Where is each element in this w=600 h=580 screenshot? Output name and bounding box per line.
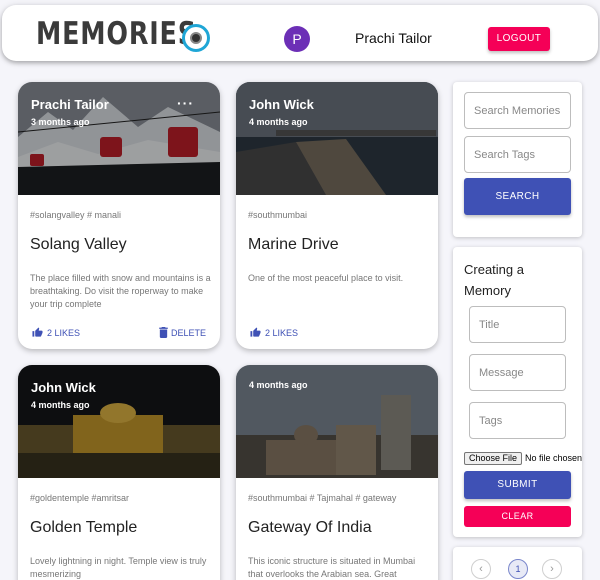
post-message: The place filled with snow and mountains… <box>30 273 211 309</box>
user-name: Prachi Tailor <box>355 30 432 46</box>
form-heading: Creating a Memory <box>464 262 524 298</box>
thumb-up-icon <box>250 327 261 337</box>
delete-button[interactable]: DELETE <box>159 327 206 338</box>
previous-page-button[interactable]: ‹ <box>471 559 491 579</box>
post-tags: #goldentemple #amritsar <box>30 493 130 503</box>
post-time: 4 months ago <box>31 400 90 410</box>
post-title: Marine Drive <box>248 236 339 253</box>
message-input[interactable]: Message <box>469 354 566 391</box>
post-title: Golden Temple <box>30 519 138 536</box>
post-image: Prachi Tailor 3 months ago ··· <box>18 82 220 195</box>
submit-button[interactable]: SUBMIT <box>464 471 571 499</box>
app-bar: MEMORIES P Prachi Tailor LOGOUT <box>2 5 598 61</box>
post-card[interactable]: John Wick 4 months ago #southmumbai Mari… <box>236 82 438 349</box>
post-tags: #solangvalley # manali <box>30 210 122 220</box>
post-message: One of the most peaceful place to visit. <box>248 273 404 283</box>
tags-input[interactable]: Tags <box>469 402 566 439</box>
post-message: Lovely lightning in night. Temple view i… <box>30 556 207 579</box>
post-time: 4 months ago <box>249 117 308 127</box>
search-button[interactable]: SEARCH <box>464 178 571 215</box>
post-card[interactable]: Prachi Tailor 3 months ago ··· #solangva… <box>18 82 220 349</box>
likes-count: 2 LIKES <box>47 327 81 338</box>
pagination-panel: ‹ 1 › <box>453 547 582 580</box>
thumb-up-icon <box>32 327 43 337</box>
like-button[interactable]: 2 LIKES <box>250 327 298 338</box>
post-message: This iconic structure is situated in Mum… <box>248 556 416 579</box>
post-card[interactable]: John Wick 4 months ago #goldentemple #am… <box>18 365 220 580</box>
camera-lens-logo-icon <box>182 24 210 52</box>
post-time: 3 months ago <box>31 117 90 127</box>
user-avatar: P <box>284 26 310 52</box>
trash-icon <box>159 327 168 338</box>
post-image: 4 months ago <box>236 365 438 478</box>
create-memory-form: Creating a Memory Title Message Tags Cho… <box>453 247 582 537</box>
delete-label: DELETE <box>170 327 206 338</box>
logout-button[interactable]: LOGOUT <box>488 27 550 51</box>
more-horizontal-icon[interactable]: ··· <box>177 95 194 111</box>
page-number-button[interactable]: 1 <box>508 559 528 579</box>
choose-file-button[interactable]: Choose File <box>464 452 523 465</box>
post-creator: John Wick <box>249 97 314 112</box>
post-image: John Wick 4 months ago <box>236 82 438 195</box>
post-tags: #southmumbai # Tajmahal # gateway <box>248 493 397 503</box>
search-panel: Search Memories Search Tags SEARCH <box>453 82 582 237</box>
search-tags-input[interactable]: Search Tags <box>464 136 571 173</box>
likes-count: 2 LIKES <box>265 327 299 338</box>
post-title: Gateway Of India <box>248 519 372 536</box>
file-status-text: No file chosen <box>525 453 583 463</box>
search-memories-input[interactable]: Search Memories <box>464 92 571 129</box>
title-input[interactable]: Title <box>469 306 566 343</box>
app-brand-title[interactable]: MEMORIES <box>36 17 197 51</box>
clear-button[interactable]: CLEAR <box>464 506 571 527</box>
like-button[interactable]: 2 LIKES <box>32 327 80 338</box>
post-image: John Wick 4 months ago <box>18 365 220 478</box>
post-creator: Prachi Tailor <box>31 97 109 112</box>
next-page-button[interactable]: › <box>542 559 562 579</box>
post-title: Solang Valley <box>30 236 127 253</box>
post-creator: John Wick <box>31 380 96 395</box>
post-tags: #southmumbai <box>248 210 308 220</box>
post-card[interactable]: 4 months ago #southmumbai # Tajmahal # g… <box>236 365 438 580</box>
post-time: 4 months ago <box>249 380 308 390</box>
